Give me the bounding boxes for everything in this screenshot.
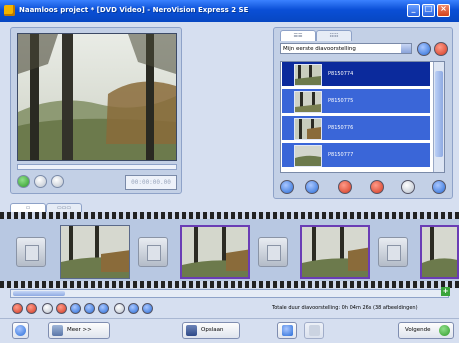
undo-button[interactable]	[277, 322, 297, 339]
storyboard-photo-selected[interactable]	[300, 225, 370, 279]
list-item[interactable]: P8150777	[282, 143, 430, 167]
settings-icon[interactable]	[128, 303, 139, 314]
transition-slot[interactable]	[138, 237, 168, 267]
transition-slot[interactable]	[16, 237, 46, 267]
more-button[interactable]: Meer >>	[48, 322, 110, 339]
remove-slide-button[interactable]	[338, 180, 352, 194]
total-duration: Totale duur diavoorstelling: 0h 04m 26s …	[272, 305, 418, 311]
storyboard-photo-selected[interactable]	[180, 225, 250, 279]
playback-progress[interactable]	[17, 164, 177, 170]
slide-thumbnail	[294, 118, 322, 140]
storyboard-photo-selected[interactable]	[420, 225, 459, 279]
slide-list: P8150774 P8150775 P8150776 P8150777	[280, 61, 445, 173]
chevron-down-icon[interactable]	[401, 44, 411, 53]
slideshow-select[interactable]: Mijn eerste diavoorstelling	[280, 43, 412, 54]
undo-icon	[282, 325, 293, 336]
move-left-icon[interactable]	[70, 303, 81, 314]
title-bar: Naamloos project * [DVD Video] - NeroVis…	[0, 0, 459, 22]
maximize-button[interactable]: □	[422, 4, 435, 17]
play-button[interactable]	[17, 175, 30, 188]
storyboard-scrollbar[interactable]: +	[10, 287, 450, 298]
next-button[interactable]: Volgende	[398, 322, 454, 339]
nerovision-window: Naamloos project * [DVD Video] - NeroVis…	[0, 0, 459, 343]
zoom-in-icon[interactable]: +	[441, 287, 450, 296]
record-button[interactable]	[51, 175, 64, 188]
slide-thumbnail	[294, 64, 322, 86]
scrollbar-thumb[interactable]	[13, 291, 65, 296]
effect-icon[interactable]	[114, 303, 125, 314]
save-button[interactable]: Opslaan	[182, 322, 240, 339]
tab-grid-view[interactable]: ☷☷	[316, 30, 352, 41]
transition-slot[interactable]	[378, 237, 408, 267]
stop-button[interactable]	[34, 175, 47, 188]
delete-slideshow-button[interactable]	[434, 42, 448, 56]
list-item[interactable]: P8150774	[282, 62, 430, 86]
timecode-field[interactable]: 00:00:00.00	[125, 175, 177, 190]
film-perforation	[0, 281, 459, 288]
cut-icon[interactable]	[12, 303, 23, 314]
storyboard-filmstrip	[0, 212, 459, 288]
add-slideshow-button[interactable]	[417, 42, 431, 56]
app-icon	[4, 5, 15, 16]
film-perforation	[0, 212, 459, 219]
video-preview	[17, 33, 177, 161]
close-button[interactable]: ×	[437, 4, 450, 17]
rotate-icon[interactable]	[98, 303, 109, 314]
delete-icon[interactable]	[26, 303, 37, 314]
properties-button[interactable]	[305, 180, 319, 194]
forest-preview-image	[18, 34, 176, 160]
preview-panel: 00:00:00.00	[10, 27, 182, 194]
list-item[interactable]: P8150776	[282, 116, 430, 140]
rotate-left-button[interactable]	[280, 180, 294, 194]
delete-slide-button[interactable]	[370, 180, 384, 194]
slide-thumbnail	[294, 145, 322, 167]
storyboard-photo[interactable]	[60, 225, 130, 279]
add-slide-button[interactable]	[432, 180, 446, 194]
list-item[interactable]: P8150775	[282, 89, 430, 113]
copy-icon[interactable]	[42, 303, 53, 314]
tab-list-view[interactable]: ☰☰	[280, 30, 316, 41]
remove-icon[interactable]	[56, 303, 67, 314]
transition-slot[interactable]	[258, 237, 288, 267]
info-button[interactable]	[401, 180, 415, 194]
floppy-icon	[186, 325, 197, 336]
window-title: Naamloos project * [DVD Video] - NeroVis…	[19, 6, 249, 14]
slide-thumbnail	[294, 91, 322, 113]
list-scrollbar[interactable]	[433, 62, 444, 172]
help-icon	[15, 325, 26, 336]
help-button[interactable]	[12, 322, 29, 339]
preview-icon[interactable]	[142, 303, 153, 314]
redo-button[interactable]	[304, 322, 324, 339]
monitor-icon	[52, 325, 63, 336]
slideshow-panel: ☰☰ ☷☷ Mijn eerste diavoorstelling P81507…	[273, 27, 453, 199]
minimize-button[interactable]: _	[407, 4, 420, 17]
arrow-right-icon	[439, 325, 450, 336]
redo-icon	[309, 325, 320, 336]
move-right-icon[interactable]	[84, 303, 95, 314]
